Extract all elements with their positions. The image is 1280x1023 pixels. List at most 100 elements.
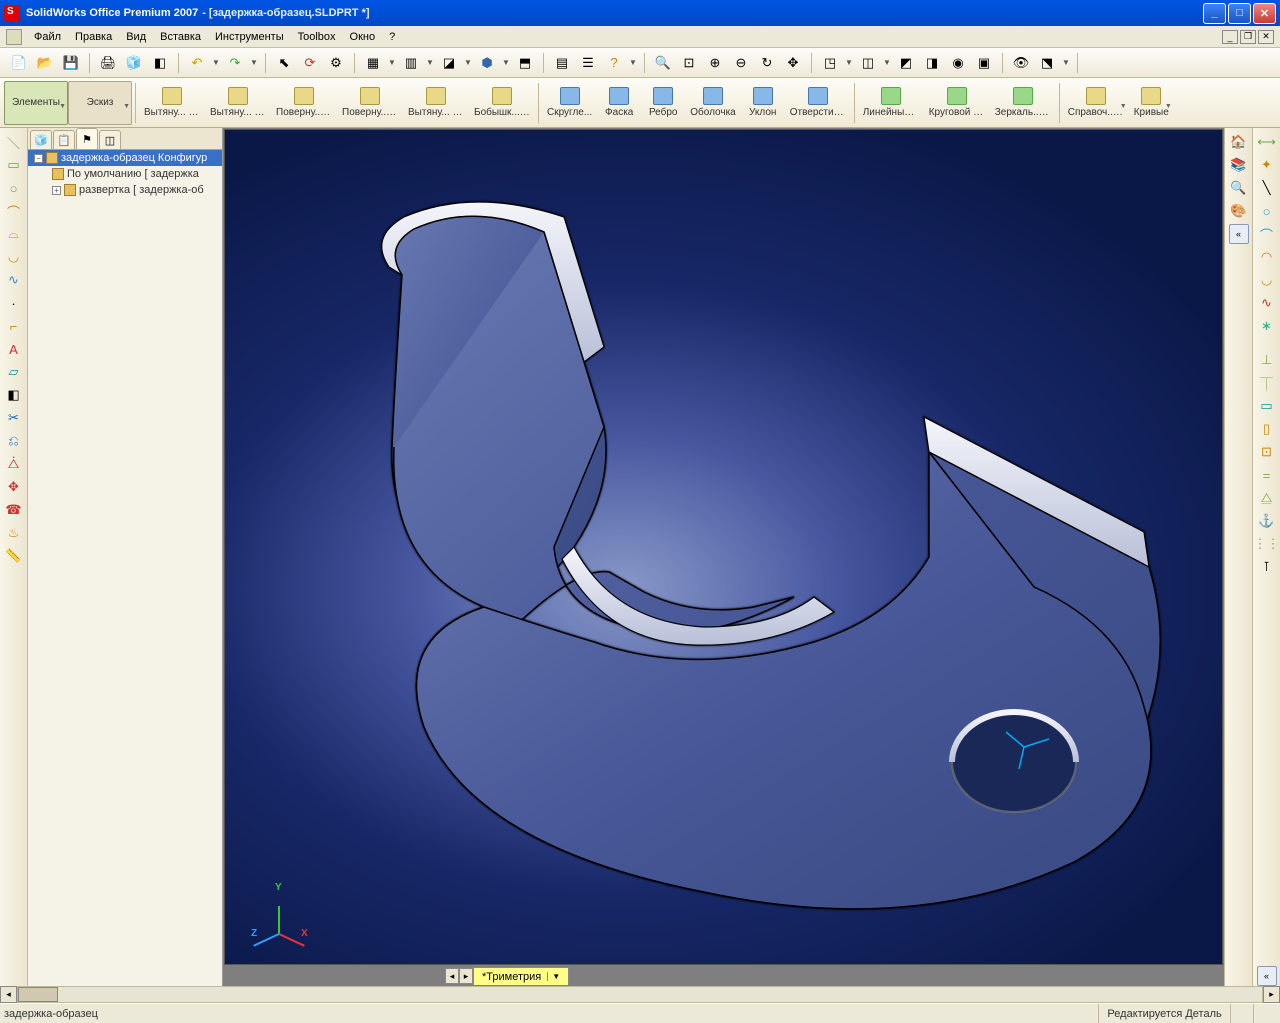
fillet-icon[interactable]: ⌐ (4, 316, 24, 336)
smart-icon[interactable]: ✦ (1257, 155, 1277, 175)
fix-icon[interactable]: ⚓ (1257, 511, 1277, 531)
detail-button[interactable]: ☰ (577, 52, 599, 74)
flame-icon[interactable]: ♨ (4, 523, 24, 543)
scroll-thumb[interactable] (18, 987, 58, 1002)
tan-icon[interactable]: ⏉ (1257, 373, 1277, 393)
minimize-button[interactable]: _ (1203, 3, 1226, 24)
scroll-left-icon[interactable]: ◂ (0, 986, 17, 1003)
section-button[interactable]: ◨ (921, 52, 943, 74)
materials-button[interactable]: ◧ (149, 52, 171, 74)
circular-pattern-button[interactable]: Круговой массив (924, 81, 990, 125)
arc4-icon[interactable]: ⌒ (1257, 224, 1277, 244)
hole-button[interactable]: Отверстие под кре... (785, 81, 851, 125)
text-icon[interactable]: A (4, 339, 24, 359)
menu-edit[interactable]: Правка (69, 29, 118, 45)
mirror2-icon[interactable]: ⧊ (4, 454, 24, 474)
menu-file[interactable]: Файл (28, 29, 67, 45)
menu-window[interactable]: Окно (344, 29, 382, 45)
sym-icon[interactable]: ⧋ (1257, 488, 1277, 508)
extrude-cut-button[interactable]: Вытяну... вырез (205, 81, 271, 125)
horiz-icon[interactable]: ▭ (1257, 396, 1277, 416)
sweep-boss-button[interactable]: Вытяну... бобышк... (403, 81, 469, 125)
zoom-in-button[interactable]: ⊕ (704, 52, 726, 74)
list-button[interactable]: ▤ (551, 52, 573, 74)
maximize-button[interactable]: □ (1228, 3, 1251, 24)
menu-tools[interactable]: Инструменты (209, 29, 290, 45)
scroll-right-icon[interactable]: ▸ (1263, 986, 1280, 1003)
arc2-icon[interactable]: ⌓ (4, 224, 24, 244)
draft-button[interactable]: Уклон (741, 81, 785, 125)
view-tab-next[interactable]: ▸ (459, 968, 473, 984)
mdi-min-button[interactable]: _ (1222, 30, 1238, 44)
plane-icon[interactable]: ▱ (4, 362, 24, 382)
arc6-icon[interactable]: ◡ (1257, 270, 1277, 290)
view-tab-prev[interactable]: ◂ (445, 968, 459, 984)
line2-icon[interactable]: ╲ (1257, 178, 1277, 198)
mdi-restore-button[interactable]: ❐ (1240, 30, 1256, 44)
tree-tab-property[interactable]: 📋 (53, 130, 75, 149)
coinc-icon[interactable]: ⊡ (1257, 442, 1277, 462)
tree-flat-config[interactable]: +развертка [ задержка-об (28, 182, 222, 198)
rebuild-button[interactable]: ⟳ (299, 52, 321, 74)
home-icon[interactable]: 🏠 (1229, 132, 1249, 152)
h-scrollbar[interactable]: ◂ ▸ (0, 986, 1280, 1003)
ref-geometry-button[interactable]: Справоч... геометрия▼ (1063, 81, 1129, 125)
part-model[interactable] (274, 147, 1174, 947)
print-button[interactable]: 🖨 (97, 52, 119, 74)
close-button[interactable]: ✕ (1253, 3, 1276, 24)
grid-button[interactable]: ▦ (362, 52, 384, 74)
help-button[interactable]: ? (603, 52, 625, 74)
circle2-icon[interactable]: ○ (1257, 201, 1277, 221)
menu-help[interactable]: ? (383, 29, 401, 45)
arc-icon[interactable]: ⌒ (4, 201, 24, 221)
perspective-button[interactable]: ▣ (973, 52, 995, 74)
arc5-icon[interactable]: ◠ (1257, 247, 1277, 267)
phone-icon[interactable]: ☎ (4, 500, 24, 520)
trim-icon[interactable]: ✂ (4, 408, 24, 428)
tree-root[interactable]: − задержка-образец Конфигур (28, 150, 222, 166)
library-icon[interactable]: 📚 (1229, 155, 1249, 175)
extrude-boss-button[interactable]: Вытяну... бобышк... (139, 81, 205, 125)
vert-icon[interactable]: ▯ (1257, 419, 1277, 439)
undo-button[interactable]: ↶ (186, 52, 208, 74)
redo-button[interactable]: ↷ (224, 52, 246, 74)
appearance-icon[interactable]: 🎨 (1229, 201, 1249, 221)
pan-button[interactable]: ✥ (782, 52, 804, 74)
menu-toolbox[interactable]: Toolbox (292, 29, 342, 45)
toggle-button[interactable]: ⬔ (1036, 52, 1058, 74)
spline-icon[interactable]: ∿ (4, 270, 24, 290)
pattern-icon[interactable]: ⋮⋮ (1257, 534, 1277, 554)
texture-button[interactable]: ◪ (438, 52, 460, 74)
zoom-area-button[interactable]: 🔍 (652, 52, 674, 74)
tab-features[interactable]: Элементы▼ (4, 81, 68, 125)
fillet-button[interactable]: Скругле... (542, 81, 597, 125)
menu-insert[interactable]: Вставка (154, 29, 207, 45)
view-tab-dropdown-icon[interactable]: ▼ (547, 972, 560, 981)
color-button[interactable]: ▥ (400, 52, 422, 74)
point2-icon[interactable]: ∗ (1257, 316, 1277, 336)
arc3-icon[interactable]: ◡ (4, 247, 24, 267)
view-tab-trimetric[interactable]: *Триметрия ▼ (473, 967, 569, 985)
dim-icon[interactable]: ⟷ (1257, 132, 1277, 152)
expand-panel2-icon[interactable]: « (1257, 966, 1277, 986)
mdi-close-button[interactable]: ✕ (1258, 30, 1274, 44)
linear-pattern-button[interactable]: Линейный массив (858, 81, 924, 125)
tree-default-config[interactable]: По умолчанию [ задержка (28, 166, 222, 182)
select-button[interactable]: ⬉ (273, 52, 295, 74)
menu-view[interactable]: Вид (120, 29, 152, 45)
hide-button[interactable]: 👁 (1010, 52, 1032, 74)
convert-icon[interactable]: ◧ (4, 385, 24, 405)
tree-tab-feature[interactable]: 🧊 (30, 130, 52, 149)
circle-icon[interactable]: ○ (4, 178, 24, 198)
perp-icon[interactable]: ⊥ (1257, 350, 1277, 370)
spline2-icon[interactable]: ∿ (1257, 293, 1277, 313)
new-button[interactable]: 📄 (8, 52, 30, 74)
save-button[interactable]: 💾 (60, 52, 82, 74)
open-button[interactable]: 📂 (34, 52, 56, 74)
rotate-button[interactable]: ↻ (756, 52, 778, 74)
point-icon[interactable]: · (4, 293, 24, 313)
zoom-fit-button[interactable]: ⊡ (678, 52, 700, 74)
line-icon[interactable]: ＼ (4, 132, 24, 152)
orient-button[interactable]: ◳ (819, 52, 841, 74)
measure-icon[interactable]: 📏 (4, 546, 24, 566)
